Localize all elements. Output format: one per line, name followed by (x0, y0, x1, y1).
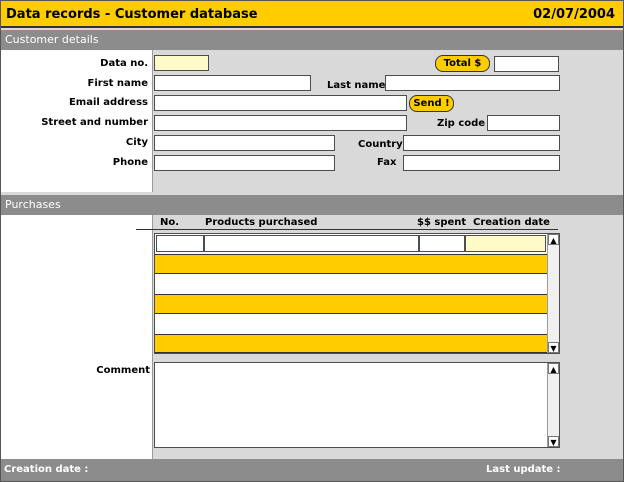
window-title: Data records - Customer database (6, 7, 258, 22)
customer-database-window: Data records - Customer database 02/07/2… (0, 0, 624, 482)
street-field[interactable] (154, 115, 407, 131)
zip-code-label: Zip code (437, 118, 486, 129)
send-button[interactable]: Send ! (409, 95, 454, 112)
comment-field[interactable] (155, 363, 547, 447)
phone-label: Phone (112, 157, 148, 168)
header-date: 02/07/2004 (533, 7, 615, 22)
column-header-products: Products purchased (205, 217, 318, 228)
table-scrollbar[interactable]: ▲ ▼ (547, 234, 559, 353)
fax-label: Fax (377, 157, 397, 168)
country-field[interactable] (403, 135, 560, 151)
scroll-up-icon[interactable]: ▲ (548, 234, 559, 245)
email-field[interactable] (154, 95, 407, 111)
phone-field[interactable] (154, 155, 335, 171)
last-update-label: Last update : (486, 464, 561, 475)
purchases-table: ▲ ▼ (154, 233, 560, 354)
data-no-field[interactable] (154, 55, 209, 71)
section-customer-details: Customer details (1, 30, 623, 50)
footer-bar: Creation date : Last update : (1, 459, 623, 481)
first-name-label: First name (87, 78, 148, 89)
data-no-label: Data no. (100, 58, 148, 69)
email-label: Email address (68, 97, 148, 108)
comment-box: ▲ ▼ (154, 362, 560, 448)
last-name-label: Last name (327, 80, 386, 91)
row-spent-field[interactable] (419, 235, 465, 252)
table-row[interactable] (155, 314, 547, 334)
column-header-creation-date: Creation date (473, 217, 550, 228)
total-button[interactable]: Total $ (435, 55, 490, 72)
column-header-no: No. (160, 217, 180, 228)
row-product-field[interactable] (204, 235, 419, 252)
creation-date-label: Creation date : (4, 464, 89, 475)
purchases-label-panel (1, 215, 153, 459)
scroll-down-icon[interactable]: ▼ (548, 436, 559, 447)
zip-code-field[interactable] (487, 115, 560, 131)
table-row[interactable] (155, 294, 547, 314)
column-header-spent: $$ spent (417, 217, 467, 228)
title-bar: Data records - Customer database 02/07/2… (1, 1, 623, 28)
table-row (155, 234, 547, 254)
first-name-field[interactable] (154, 75, 311, 91)
comment-label: Comment (96, 365, 150, 376)
city-label: City (125, 137, 148, 148)
row-date-field[interactable] (465, 235, 546, 252)
country-label: Country (358, 139, 403, 150)
row-no-field[interactable] (156, 235, 204, 252)
table-row[interactable] (155, 334, 547, 353)
section-purchases: Purchases (1, 195, 623, 215)
scroll-down-icon[interactable]: ▼ (548, 342, 559, 353)
scroll-up-icon[interactable]: ▲ (548, 363, 559, 374)
street-label: Street and number (41, 117, 148, 128)
last-name-field[interactable] (385, 75, 560, 91)
city-field[interactable] (154, 135, 335, 151)
comment-scrollbar[interactable]: ▲ ▼ (547, 363, 559, 447)
table-row[interactable] (155, 274, 547, 294)
fax-field[interactable] (403, 155, 560, 171)
table-row[interactable] (155, 254, 547, 274)
table-header-divider (136, 229, 558, 230)
total-field[interactable] (494, 56, 559, 72)
